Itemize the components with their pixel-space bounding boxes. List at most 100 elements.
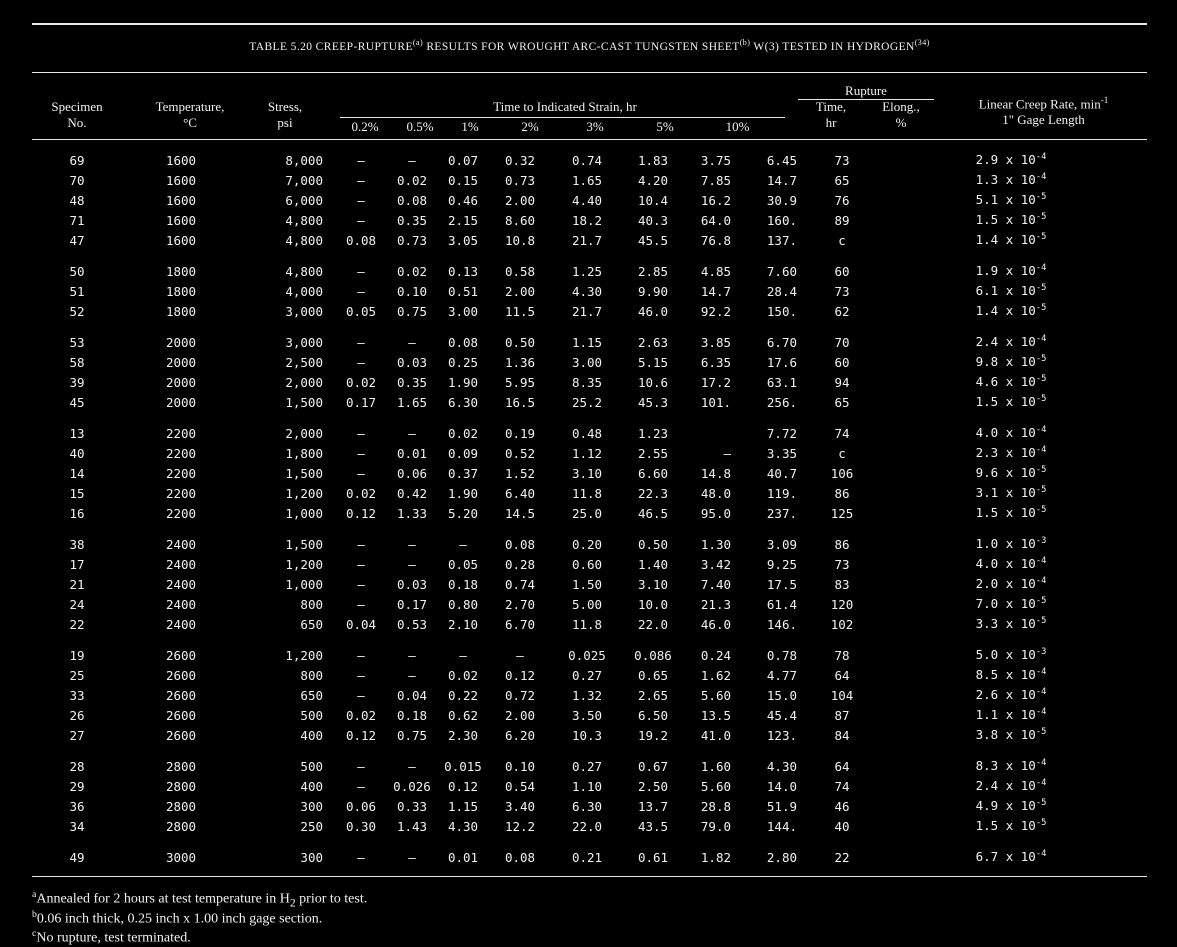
cell-e3: 3.10 [571,465,603,481]
cell-s: 2,000 [285,374,323,390]
cell-e1: 4.30 [447,818,479,834]
cell-e1: 3.00 [447,303,479,319]
header-rupture-group: Rupture [845,83,887,98]
cell-n: 39 [69,374,85,390]
cell-e05: 0.75 [396,303,428,319]
cell-e1: 0.80 [447,596,479,612]
cell-e05: – [408,556,416,572]
cell-e2: 0.73 [504,172,536,188]
cell-n: 52 [69,303,85,319]
cell-e1: 0.62 [447,707,479,723]
cell-e02: – [357,172,365,188]
cell-s: 4,800 [285,263,323,279]
cell-rt: 15.0 [766,687,797,703]
table-title: TABLE 5.20 CREEP-RUPTURE(a) RESULTS FOR … [249,38,930,53]
table-row: 17 2400 1,200 – – 0.05 0.28 0.60 1.40 3.42 9.25 73 4… [32,554,1147,574]
cell-n: 28 [69,758,85,774]
cell-s: 4,000 [285,283,323,299]
cell-e1: 3.05 [447,232,479,248]
cell-s: 1,200 [285,647,323,663]
cell-e02: 0.17 [345,394,377,410]
cell-t: 2400 [165,576,197,592]
cell-t: 2600 [165,647,197,663]
cell-creep-rate: 4.6 x 10-5 [975,374,1047,390]
table-row: 45 2000 1,500 0.17 1.65 6.30 16.5 25.2 45.3 101. 2… [32,392,1147,412]
table-row: 53 2000 3,000 – – 0.08 0.50 1.15 2.63 3.85 6.70 70 2… [32,321,1147,352]
cell-el: 64 [834,667,850,683]
cell-e3: 21.7 [571,232,603,248]
data-table: 69 1600 8,000 – – 0.07 0.32 0.74 1.83 3.75 6.45 73 2… [32,150,1147,867]
cell-n: 51 [69,283,85,299]
cell-e1: 2.10 [447,616,479,632]
cell-rt: 14.7 [766,172,797,188]
cell-e3: 1.12 [571,445,603,461]
cell-e2: 0.28 [504,556,536,572]
cell-n: 24 [69,596,85,612]
header-temperature: Temperature, °C [155,99,225,130]
cell-rt: 6.45 [766,152,797,168]
cell-s: 250 [300,818,323,834]
cell-rt: 17.6 [766,354,797,370]
cell-e2: 2.70 [504,596,536,612]
cell-e5: 46.5 [637,505,669,521]
cell-n: 49 [69,849,85,865]
cell-e05: 0.75 [396,727,428,743]
cell-rt: 7.60 [766,263,797,279]
cell-t: 1600 [165,172,197,188]
cell-e10: 1.62 [700,667,731,683]
cell-rt: 51.9 [766,798,797,814]
cell-e10: 3.75 [700,152,731,168]
cell-t: 2400 [165,556,197,572]
table-row: 25 2600 800 – – 0.02 0.12 0.27 0.65 1.62 4.77 64 8.5… [32,665,1147,685]
cell-e10: 3.85 [700,334,731,350]
cell-el: 46 [834,798,850,814]
time-group-rule [340,117,785,118]
cell-e10: 6.35 [700,354,731,370]
cell-e1: 0.09 [447,445,479,461]
header-time-group: Time to Indicated Strain, hr [493,99,637,114]
cell-s: 400 [300,778,323,794]
cell-e1: 0.05 [447,556,479,572]
cell-s: 1,200 [285,485,323,501]
cell-n: 71 [69,212,85,228]
cell-e5: 0.086 [634,647,672,663]
cell-n: 27 [69,727,85,743]
cell-creep-rate: 8.5 x 10-4 [975,667,1047,683]
cell-rt: 40.7 [766,465,797,481]
cell-e02: 0.30 [345,818,377,834]
cell-e02: – [357,596,365,612]
cell-e3: 3.50 [571,707,603,723]
table-row: 22 2400 650 0.04 0.53 2.10 6.70 11.8 22.0 46.0 146… [32,614,1147,634]
cell-e5: 6.60 [637,465,669,481]
cell-s: 2,500 [285,354,323,370]
cell-e5: 46.0 [637,303,669,319]
cell-n: 15 [69,485,85,501]
table-row: 51 1800 4,000 – 0.10 0.51 2.00 4.30 9.90 14.7 28.4… [32,281,1147,301]
cell-e5: 2.85 [637,263,669,279]
cell-n: 50 [69,263,85,279]
cell-e2: 0.54 [504,778,536,794]
cell-rt: 137. [766,232,797,248]
cell-t: 2000 [165,374,197,390]
cell-el: 94 [834,374,850,390]
cell-e5: 45.5 [637,232,669,248]
cell-e3: 1.10 [571,778,603,794]
table-row: 21 2400 1,000 – 0.03 0.18 0.74 1.50 3.10 7.40 17.5… [32,574,1147,594]
cell-t: 2200 [165,505,197,521]
cell-e3: 1.32 [571,687,603,703]
cell-e3: 11.8 [571,485,603,501]
cell-e1: 1.90 [447,374,479,390]
table-row: 47 1600 4,800 0.08 0.73 3.05 10.8 21.7 45.5 76.8 1… [32,230,1147,250]
cell-e3: 5.00 [571,596,603,612]
bottom-rule [32,876,1147,877]
cell-e1: 0.13 [447,263,479,279]
cell-e05: 0.01 [396,445,428,461]
cell-s: 2,000 [285,425,323,441]
header-rupture-time: Time, hr [815,99,847,130]
cell-n: 17 [69,556,85,572]
cell-e02: – [357,849,365,865]
cell-e1: 5.20 [447,505,479,521]
cell-n: 13 [69,425,85,441]
cell-e2: 0.74 [504,576,536,592]
cell-e05: – [408,536,416,552]
